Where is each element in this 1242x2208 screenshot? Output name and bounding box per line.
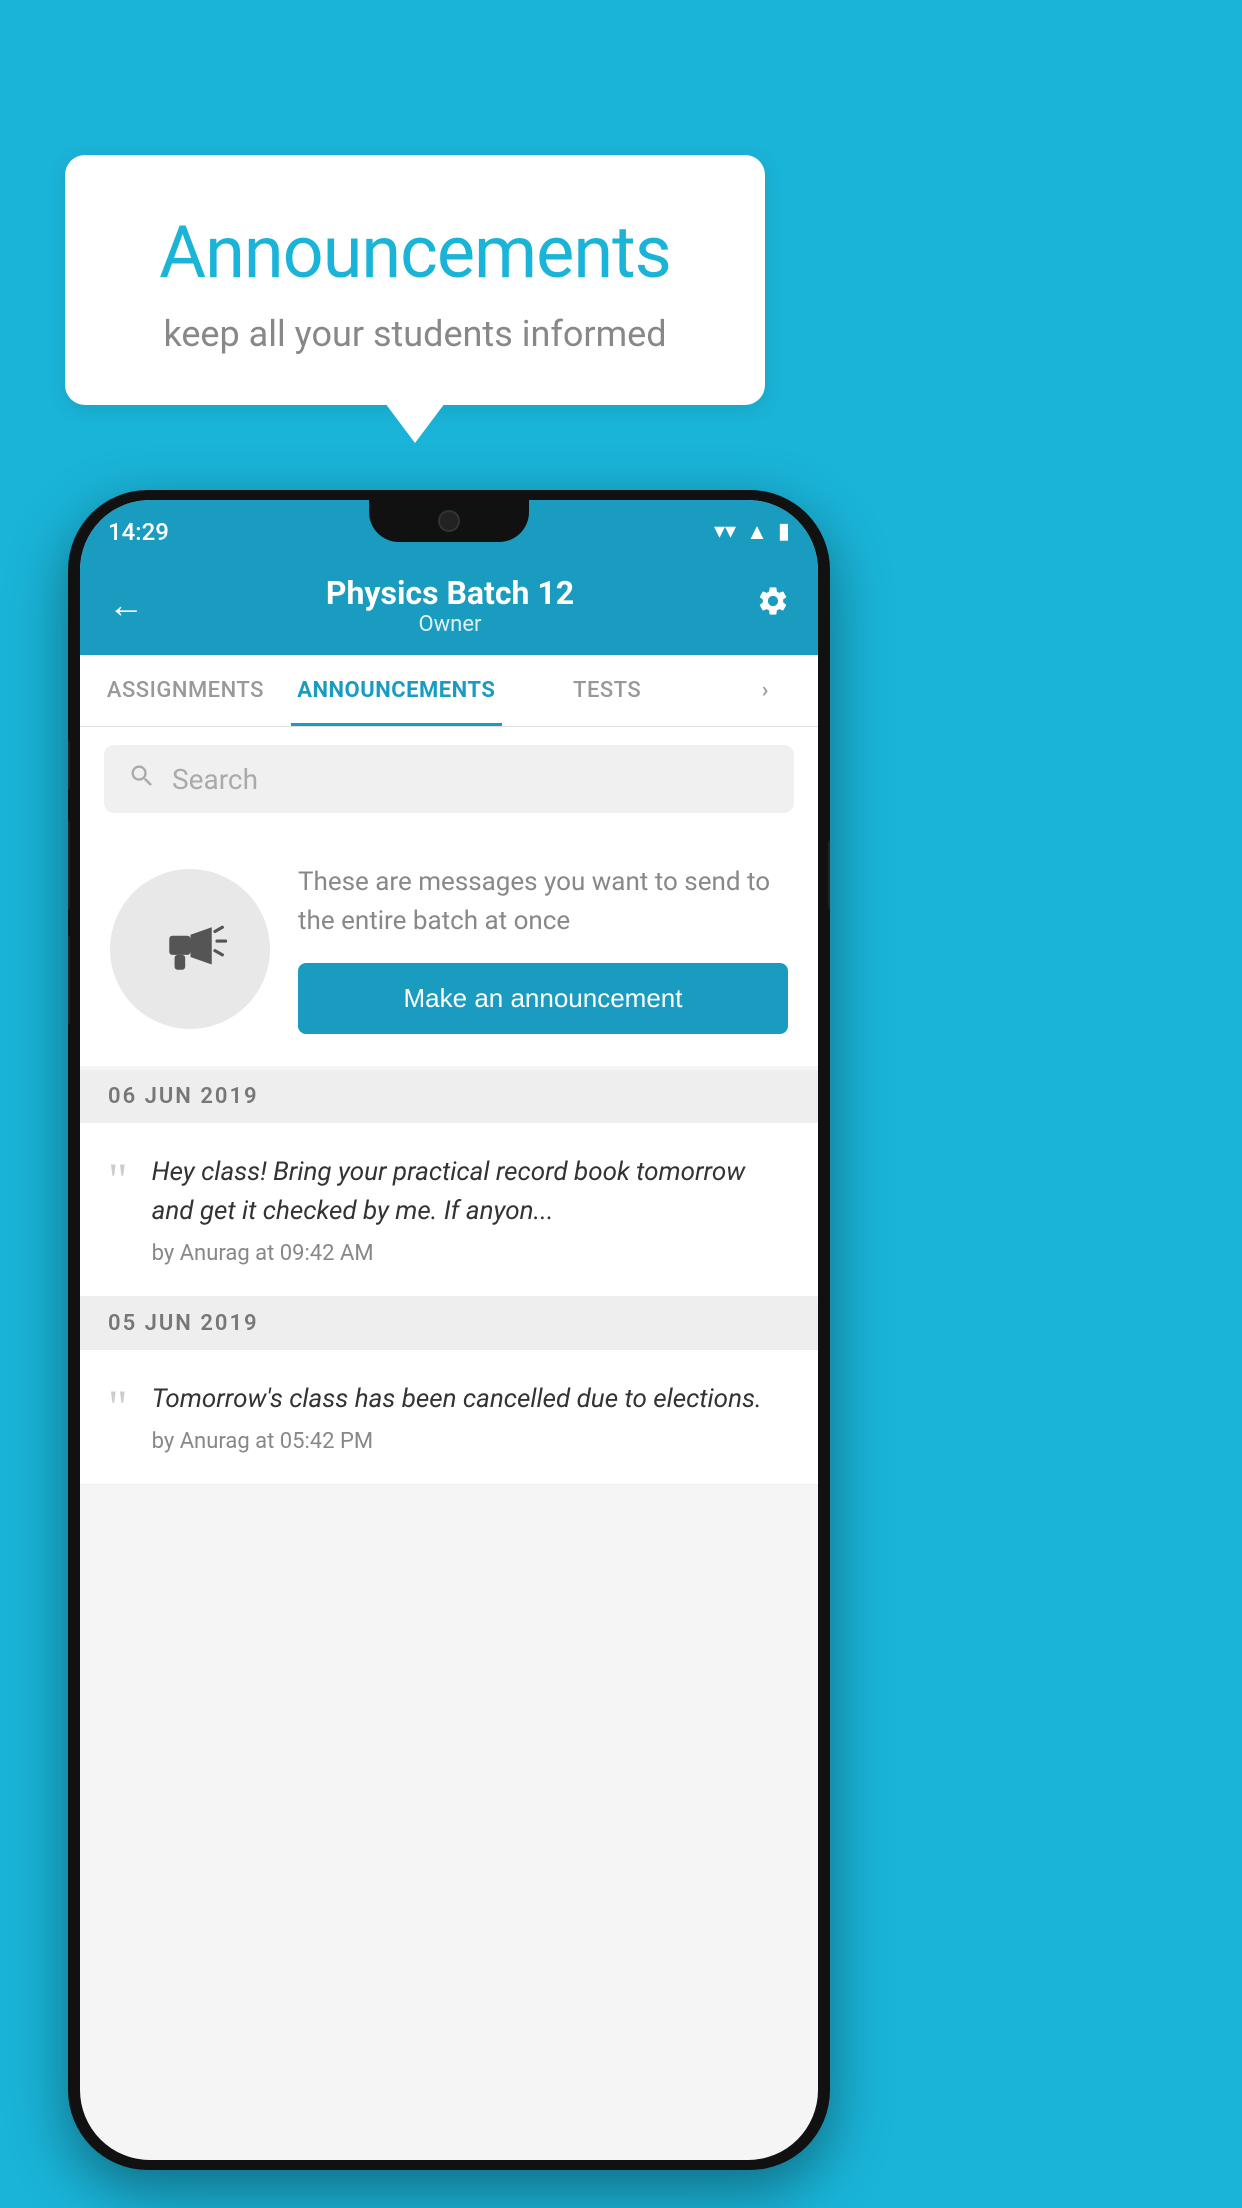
signal-icon: ▲ (746, 519, 768, 545)
promo-card: These are messages you want to send to t… (80, 831, 818, 1066)
make-announcement-button[interactable]: Make an announcement (298, 963, 788, 1034)
announcement-meta-2: by Anurag at 05:42 PM (152, 1429, 790, 1454)
announcement-item-1[interactable]: " Hey class! Bring your practical record… (80, 1123, 818, 1297)
bubble-subtitle: keep all your students informed (115, 313, 715, 355)
header-title: Physics Batch 12 (326, 574, 574, 612)
date-separator-1: 06 JUN 2019 (80, 1070, 818, 1123)
status-time: 14:29 (108, 518, 169, 546)
date-separator-2: 05 JUN 2019 (80, 1297, 818, 1350)
speech-bubble: Announcements keep all your students inf… (65, 155, 765, 405)
status-icons: ▾▾ ▲ ▮ (714, 519, 790, 545)
settings-icon[interactable] (756, 584, 790, 627)
back-button[interactable]: ← (108, 584, 144, 626)
phone-frame: 14:29 ▾▾ ▲ ▮ ← Physics Batch 12 Owner (68, 490, 830, 2170)
announcement-meta-1: by Anurag at 09:42 AM (152, 1241, 790, 1266)
tab-announcements[interactable]: ANNOUNCEMENTS (291, 655, 502, 726)
tabs-bar: ASSIGNMENTS ANNOUNCEMENTS TESTS › (80, 655, 818, 727)
tab-more[interactable]: › (713, 655, 818, 726)
header-center: Physics Batch 12 Owner (326, 574, 574, 637)
announcement-content-1: Hey class! Bring your practical record b… (152, 1153, 790, 1266)
battery-icon: ▮ (778, 519, 790, 544)
quote-icon-2: " (108, 1384, 128, 1432)
megaphone-icon (148, 906, 233, 991)
search-bar[interactable]: Search (104, 745, 794, 813)
phone-screen: 14:29 ▾▾ ▲ ▮ ← Physics Batch 12 Owner (80, 500, 818, 2160)
phone-notch (369, 500, 529, 542)
announcement-text-2: Tomorrow's class has been cancelled due … (152, 1380, 790, 1419)
search-icon (128, 762, 156, 797)
quote-icon-1: " (108, 1157, 128, 1205)
app-header: ← Physics Batch 12 Owner (80, 555, 818, 655)
phone-volume-down-button (68, 935, 70, 1025)
bubble-title: Announcements (115, 210, 715, 295)
phone-power-button (828, 840, 830, 910)
tab-assignments[interactable]: ASSIGNMENTS (80, 655, 291, 726)
search-container: Search (80, 727, 818, 831)
announcement-item-2[interactable]: " Tomorrow's class has been cancelled du… (80, 1350, 818, 1485)
phone-volume-up-button (68, 820, 70, 910)
tab-tests[interactable]: TESTS (502, 655, 713, 726)
header-subtitle: Owner (326, 612, 574, 637)
search-placeholder: Search (172, 763, 258, 796)
wifi-icon: ▾▾ (714, 519, 736, 544)
promo-right: These are messages you want to send to t… (298, 863, 788, 1034)
announcement-content-2: Tomorrow's class has been cancelled due … (152, 1380, 790, 1454)
camera-icon (438, 510, 460, 532)
promo-description: These are messages you want to send to t… (298, 863, 788, 941)
announcement-text-1: Hey class! Bring your practical record b… (152, 1153, 790, 1231)
promo-icon-circle (110, 869, 270, 1029)
phone-mute-button (68, 740, 70, 790)
